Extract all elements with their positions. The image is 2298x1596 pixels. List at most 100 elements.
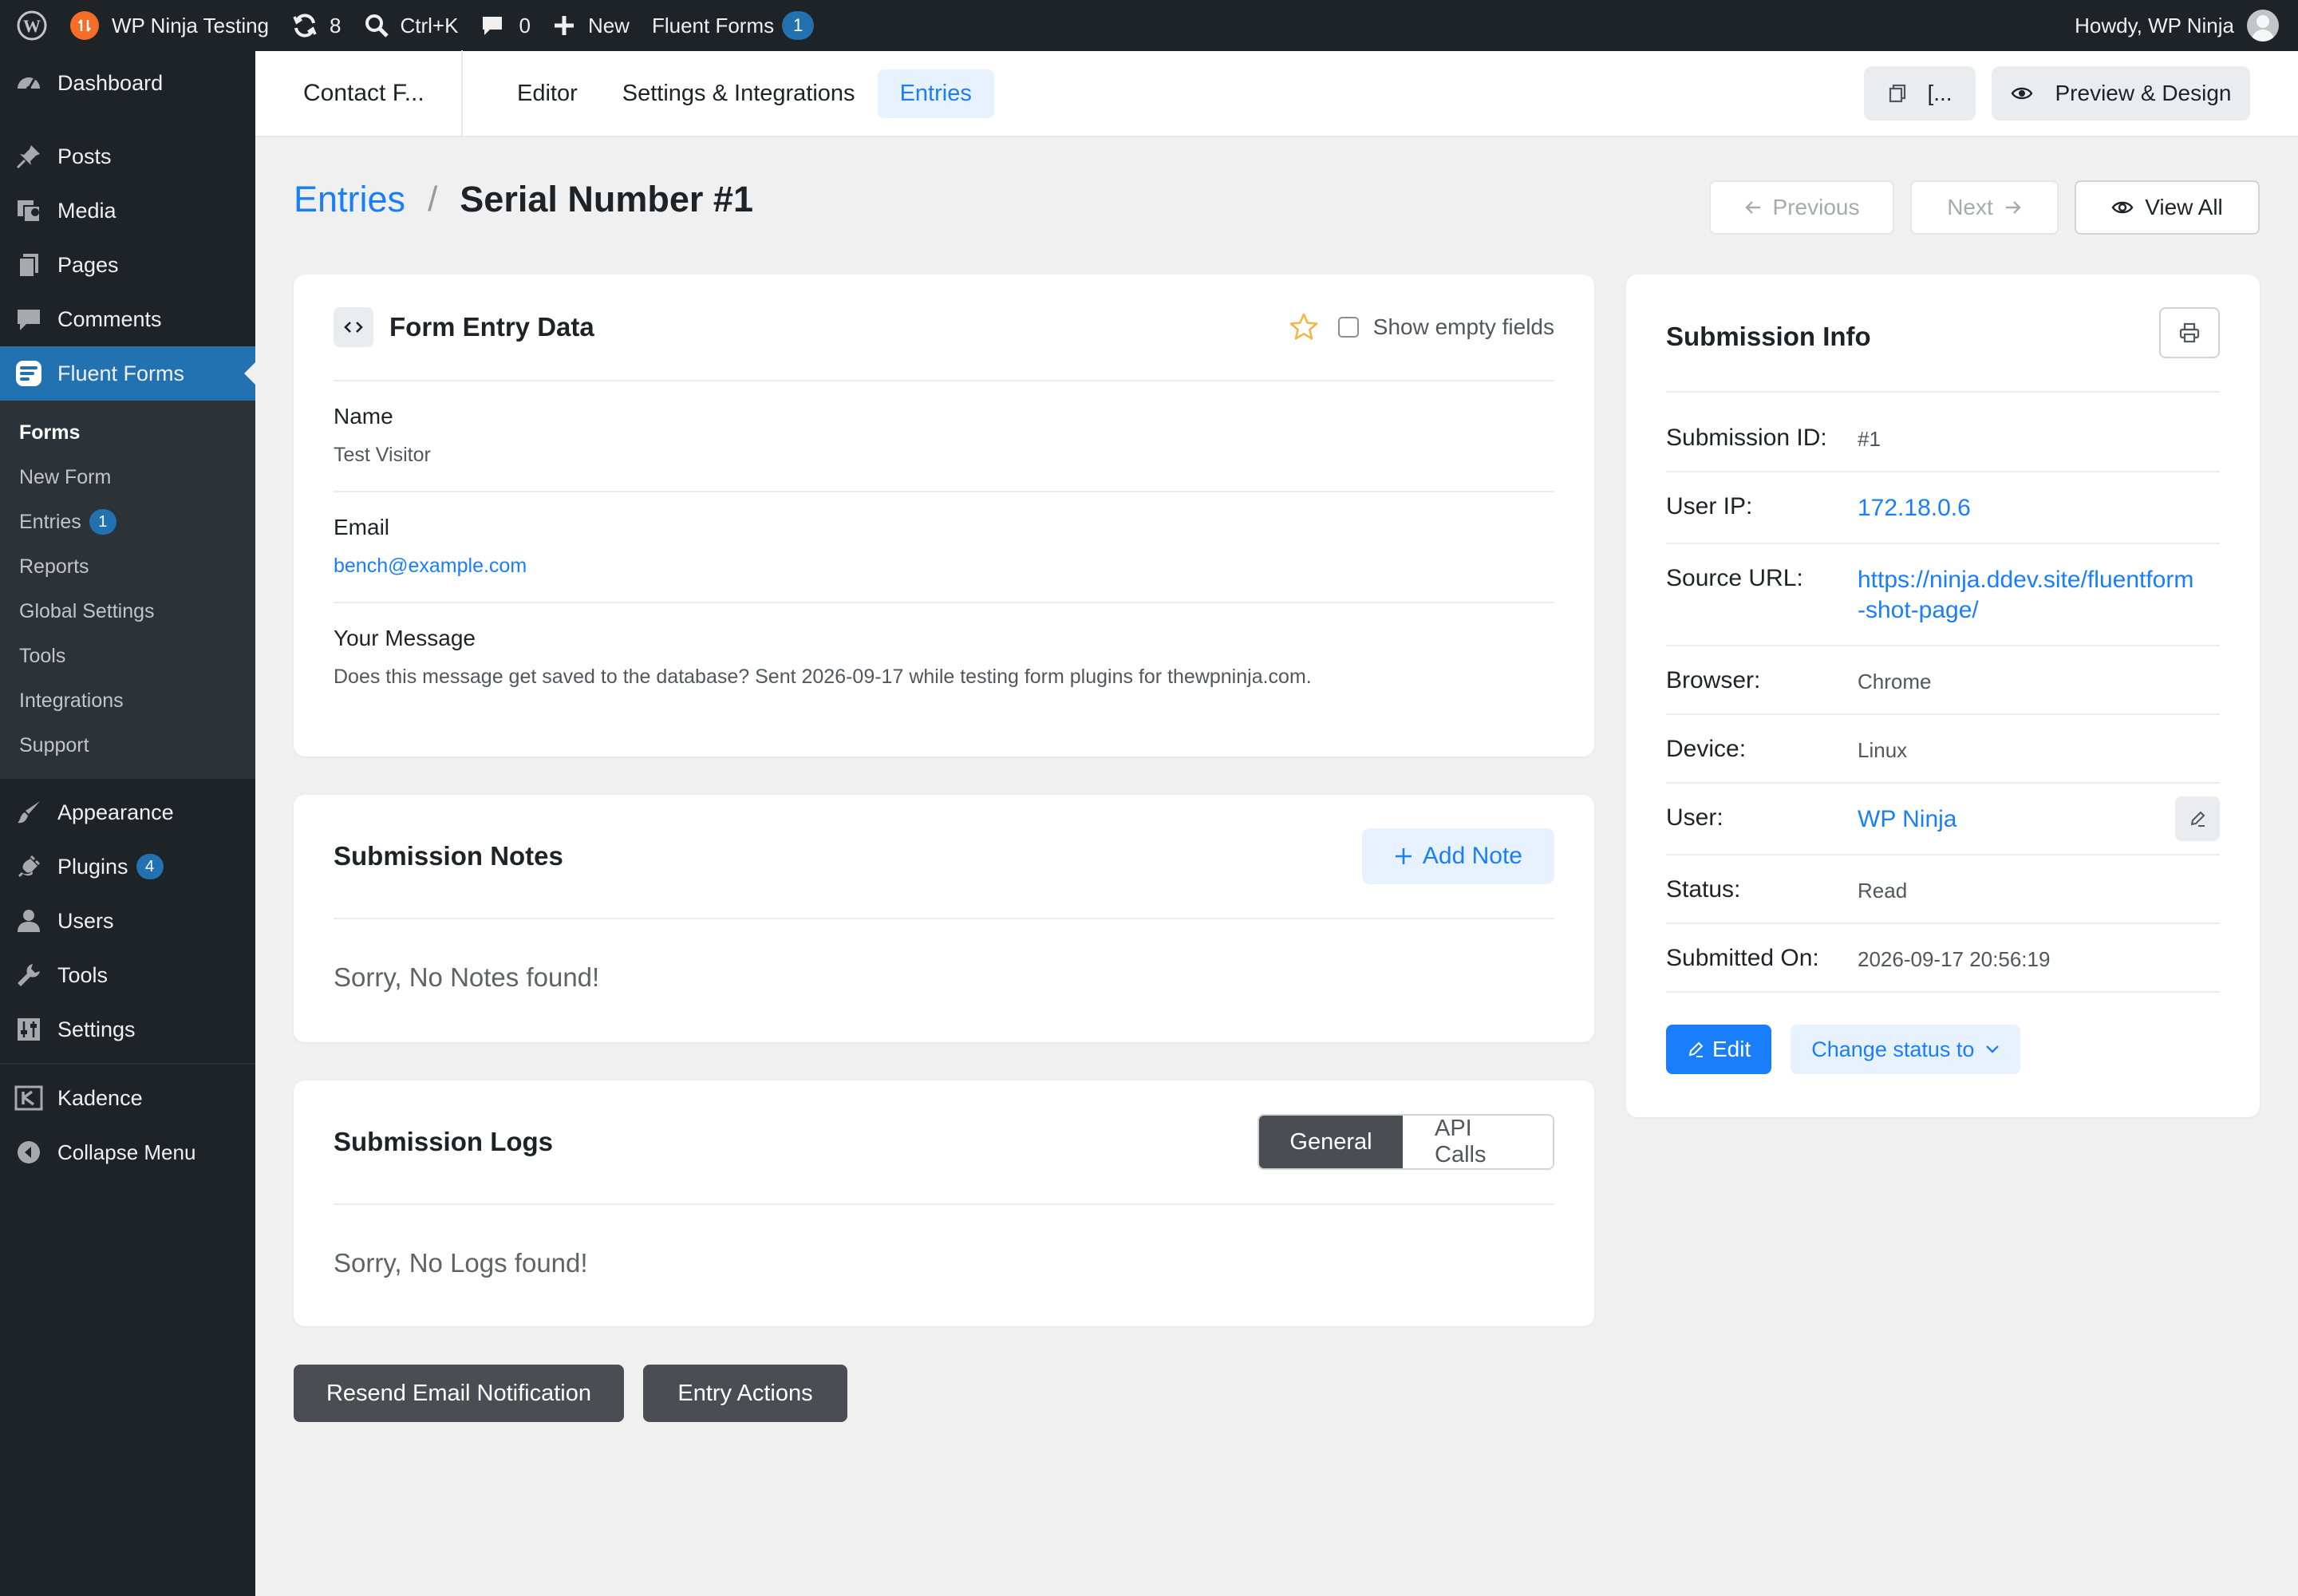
submenu-item-forms[interactable]: Forms xyxy=(0,410,255,455)
sidebar-item-posts[interactable]: Posts xyxy=(0,129,255,184)
sidebar-item-plugins[interactable]: Plugins 4 xyxy=(0,839,255,894)
sidebar-item-kadence[interactable]: Kadence xyxy=(0,1071,255,1125)
edit-label: Edit xyxy=(1712,1037,1751,1061)
source-url-link[interactable]: https://ninja.ddev.site/fluentform -shot… xyxy=(1858,565,2193,626)
info-key: Submission ID: xyxy=(1666,425,1827,451)
sidebar-item-pages[interactable]: Pages xyxy=(0,238,255,292)
brush-icon xyxy=(14,798,43,827)
new-label: New xyxy=(587,13,630,38)
updates-link[interactable]: 8 xyxy=(280,0,352,51)
sidebar-item-label: Collapse Menu xyxy=(57,1140,196,1164)
sidebar-item-appearance[interactable]: Appearance xyxy=(0,785,255,839)
comments-icon xyxy=(14,305,43,334)
form-title[interactable]: Contact F... xyxy=(255,50,463,136)
edit-entry-button[interactable]: Edit xyxy=(1666,1025,1772,1074)
submenu-item-integrations[interactable]: Integrations xyxy=(0,678,255,723)
print-button[interactable] xyxy=(2159,307,2220,358)
info-key: User: xyxy=(1666,804,1724,831)
sidebar-item-label: Dashboard xyxy=(57,70,164,95)
preview-label: Preview & Design xyxy=(2055,81,2232,105)
search-link[interactable]: Ctrl+K xyxy=(353,0,470,51)
submenu-item-global-settings[interactable]: Global Settings xyxy=(0,589,255,634)
sidebar-item-settings[interactable]: Settings xyxy=(0,1002,255,1057)
user-ip-link[interactable]: 172.18.0.6 xyxy=(1858,493,1971,523)
card-title: Submission Logs xyxy=(334,1127,554,1156)
previous-button[interactable]: Previous xyxy=(1709,180,1894,235)
sidebar-item-label: Media xyxy=(57,198,116,223)
shortcode-label: [... xyxy=(1927,81,1953,105)
updates-count: 8 xyxy=(330,13,342,38)
fluent-forms-link[interactable]: Fluent Forms 1 xyxy=(641,0,825,51)
entry-field-name: Name Test Visitor xyxy=(334,381,1554,492)
my-account[interactable]: Howdy, WP Ninja xyxy=(2075,10,2298,41)
card-title: Submission Info xyxy=(1666,322,1871,351)
sidebar-item-tools[interactable]: Tools xyxy=(0,948,255,1002)
sidebar-item-label: Comments xyxy=(57,306,162,331)
tab-api-calls[interactable]: API Calls xyxy=(1403,1116,1553,1168)
change-status-dropdown[interactable]: Change status to xyxy=(1791,1025,2021,1074)
sidebar-item-label: Settings xyxy=(57,1017,136,1041)
tab-entries[interactable]: Entries xyxy=(877,69,994,118)
print-icon xyxy=(2178,322,2201,344)
info-key: Submitted On: xyxy=(1666,945,1819,971)
submenu-item-new-form[interactable]: New Form xyxy=(0,455,255,500)
sidebar-item-media[interactable]: Media xyxy=(0,184,255,238)
comments-link[interactable]: 0 xyxy=(469,0,541,51)
field-label: Name xyxy=(334,404,393,429)
show-empty-checkbox[interactable] xyxy=(1337,317,1359,338)
sidebar-item-comments[interactable]: Comments xyxy=(0,292,255,346)
field-value: Test Visitor xyxy=(334,444,431,466)
next-label: Next xyxy=(1947,195,1993,219)
refresh-icon xyxy=(291,12,318,39)
admin-bar: W WP Ninja Testing 8 Ctrl+K 0 New Fluent… xyxy=(0,0,2298,51)
entry-actions-button[interactable]: Entry Actions xyxy=(643,1365,847,1422)
wrench-icon xyxy=(14,961,43,990)
submenu-item-support[interactable]: Support xyxy=(0,723,255,768)
field-label: Email xyxy=(334,515,390,539)
site-icon xyxy=(70,11,99,40)
sidebar-item-label: Tools xyxy=(57,962,109,987)
sidebar-item-dashboard[interactable]: Dashboard xyxy=(0,56,255,110)
info-row-status: Status: Read xyxy=(1666,855,2220,924)
view-all-button[interactable]: View All xyxy=(2075,180,2260,235)
fluent-forms-icon xyxy=(14,359,43,388)
tab-editor[interactable]: Editor xyxy=(495,69,600,118)
preview-design-button[interactable]: Preview & Design xyxy=(1992,66,2250,120)
tab-settings-integrations[interactable]: Settings & Integrations xyxy=(600,69,878,118)
source-url-line1: https://ninja.ddev.site/fluentform xyxy=(1858,567,2194,593)
site-name-link[interactable]: WP Ninja Testing xyxy=(59,0,280,51)
breadcrumb-entries-link[interactable]: Entries xyxy=(294,179,405,220)
chevron-down-icon xyxy=(1985,1045,2000,1054)
card-title: Form Entry Data xyxy=(389,312,594,342)
star-icon[interactable] xyxy=(1289,312,1319,342)
user-link[interactable]: WP Ninja xyxy=(1858,804,1956,835)
submenu-item-tools[interactable]: Tools xyxy=(0,634,255,678)
eye-icon xyxy=(2011,85,2044,101)
info-row-device: Device: Linux xyxy=(1666,715,2220,784)
resend-email-button[interactable]: Resend Email Notification xyxy=(294,1365,624,1422)
info-value: #1 xyxy=(1858,427,1881,451)
info-value: 2026-09-17 20:56:19 xyxy=(1858,947,2051,971)
submission-info-card: Submission Info Submission ID: #1 User I… xyxy=(1626,275,2260,1117)
sidebar-item-label: Pages xyxy=(57,252,119,277)
shortcode-button[interactable]: [... xyxy=(1864,66,1976,120)
sidebar-item-users[interactable]: Users xyxy=(0,894,255,948)
svg-text:W: W xyxy=(23,16,41,36)
new-content-link[interactable]: New xyxy=(542,0,641,51)
submenu-item-entries[interactable]: Entries 1 xyxy=(0,500,255,544)
next-button[interactable]: Next xyxy=(1910,180,2059,235)
plus-icon xyxy=(1394,847,1413,866)
collapse-menu-button[interactable]: Collapse Menu xyxy=(0,1125,255,1179)
empty-logs-message: Sorry, No Logs found! xyxy=(334,1248,588,1278)
source-url-line2: -shot-page/ xyxy=(1858,597,1979,623)
sidebar-item-fluent-forms[interactable]: Fluent Forms xyxy=(0,346,255,401)
edit-user-button[interactable] xyxy=(2175,796,2220,841)
code-icon[interactable] xyxy=(334,307,373,347)
add-note-button[interactable]: Add Note xyxy=(1361,828,1554,884)
email-link[interactable]: bench@example.com xyxy=(334,555,1554,578)
plug-icon xyxy=(14,852,43,881)
wordpress-logo-icon[interactable]: W xyxy=(0,0,59,51)
submenu-item-reports[interactable]: Reports xyxy=(0,544,255,589)
tab-general[interactable]: General xyxy=(1259,1116,1403,1168)
info-row-submitted-on: Submitted On: 2026-09-17 20:56:19 xyxy=(1666,924,2220,993)
